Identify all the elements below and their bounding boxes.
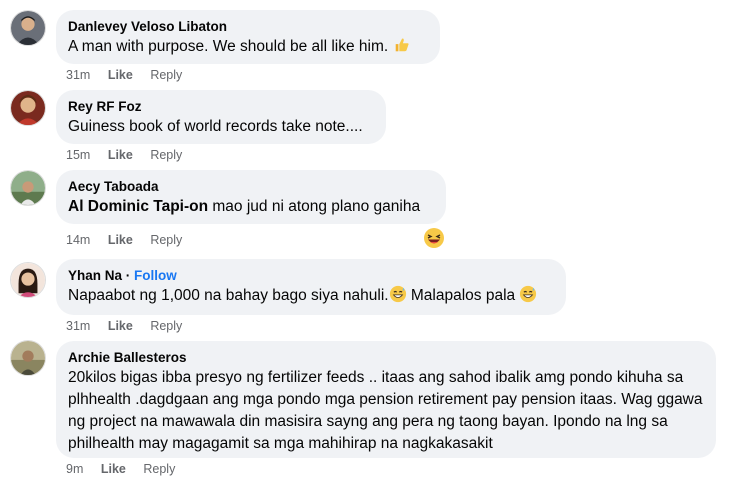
like-button[interactable]: Like: [108, 233, 133, 247]
comment-text: 20kilos bigas ibba presyo ng fertilizer …: [68, 369, 703, 452]
follow-button[interactable]: Follow: [134, 268, 177, 283]
like-button[interactable]: Like: [108, 319, 133, 333]
comment-meta: 31m Like Reply: [66, 319, 196, 333]
reply-button[interactable]: Reply: [150, 148, 182, 162]
comment-meta: 9m Like Reply: [66, 462, 189, 476]
avatar[interactable]: [10, 340, 46, 376]
laughing-face-icon[interactable]: [423, 227, 445, 249]
comment-meta: 14m Like Reply: [66, 233, 196, 247]
avatar[interactable]: [10, 170, 46, 206]
avatar[interactable]: [10, 10, 46, 46]
reply-button[interactable]: Reply: [150, 319, 182, 333]
comment-bubble: Danlevey Veloso Libaton A man with purpo…: [56, 10, 440, 64]
comment-text: A man with purpose. We should be all lik…: [68, 36, 428, 58]
comment-meta: 31m Like Reply: [66, 68, 196, 82]
grinning-sweat-icon: [520, 285, 537, 303]
comment-text-part2: Malapalos pala: [406, 287, 516, 304]
comment-bubble: Yhan Na · Follow Napaabot ng 1,000 na ba…: [56, 259, 566, 315]
comment-bubble: Rey RF Foz Guiness book of world records…: [56, 90, 386, 144]
author-name[interactable]: Rey RF Foz: [68, 98, 374, 116]
thumbs-up-icon: [395, 38, 409, 52]
reply-button[interactable]: Reply: [150, 68, 182, 82]
comment-meta: 15m Like Reply: [66, 148, 196, 162]
author-name: Yhan Na · Follow: [68, 267, 554, 285]
comment-text-body: A man with purpose. We should be all lik…: [68, 38, 389, 55]
reply-button[interactable]: Reply: [143, 462, 175, 476]
timestamp[interactable]: 15m: [66, 148, 90, 162]
separator-dot: ·: [125, 268, 131, 283]
author-name[interactable]: Danlevey Veloso Libaton: [68, 18, 428, 36]
author-link[interactable]: Yhan Na: [68, 268, 122, 283]
timestamp[interactable]: 9m: [66, 462, 83, 476]
like-button[interactable]: Like: [101, 462, 126, 476]
avatar[interactable]: [10, 262, 46, 298]
like-button[interactable]: Like: [108, 148, 133, 162]
comment-text-body: mao jud ni atong plano ganiha: [208, 198, 421, 215]
grinning-sweat-icon: [389, 285, 406, 303]
comment-text: Al Dominic Tapi-on mao jud ni atong plan…: [68, 196, 434, 218]
comment-text: Guiness book of world records take note.…: [68, 118, 363, 135]
avatar[interactable]: [10, 90, 46, 126]
comment-text: Napaabot ng 1,000 na bahay bago siya nah…: [68, 285, 554, 307]
author-name[interactable]: Aecy Taboada: [68, 178, 434, 196]
timestamp[interactable]: 31m: [66, 68, 90, 82]
comment-bubble: Archie Ballesteros 20kilos bigas ibba pr…: [56, 341, 716, 458]
reply-button[interactable]: Reply: [150, 233, 182, 247]
timestamp[interactable]: 31m: [66, 319, 90, 333]
comment-text-part1: Napaabot ng 1,000 na bahay bago siya nah…: [68, 287, 389, 304]
timestamp[interactable]: 14m: [66, 233, 90, 247]
author-name[interactable]: Archie Ballesteros: [68, 349, 704, 367]
comment-bubble: Aecy Taboada Al Dominic Tapi-on mao jud …: [56, 170, 446, 224]
like-button[interactable]: Like: [108, 68, 133, 82]
mention-link[interactable]: Al Dominic Tapi-on: [68, 198, 208, 215]
